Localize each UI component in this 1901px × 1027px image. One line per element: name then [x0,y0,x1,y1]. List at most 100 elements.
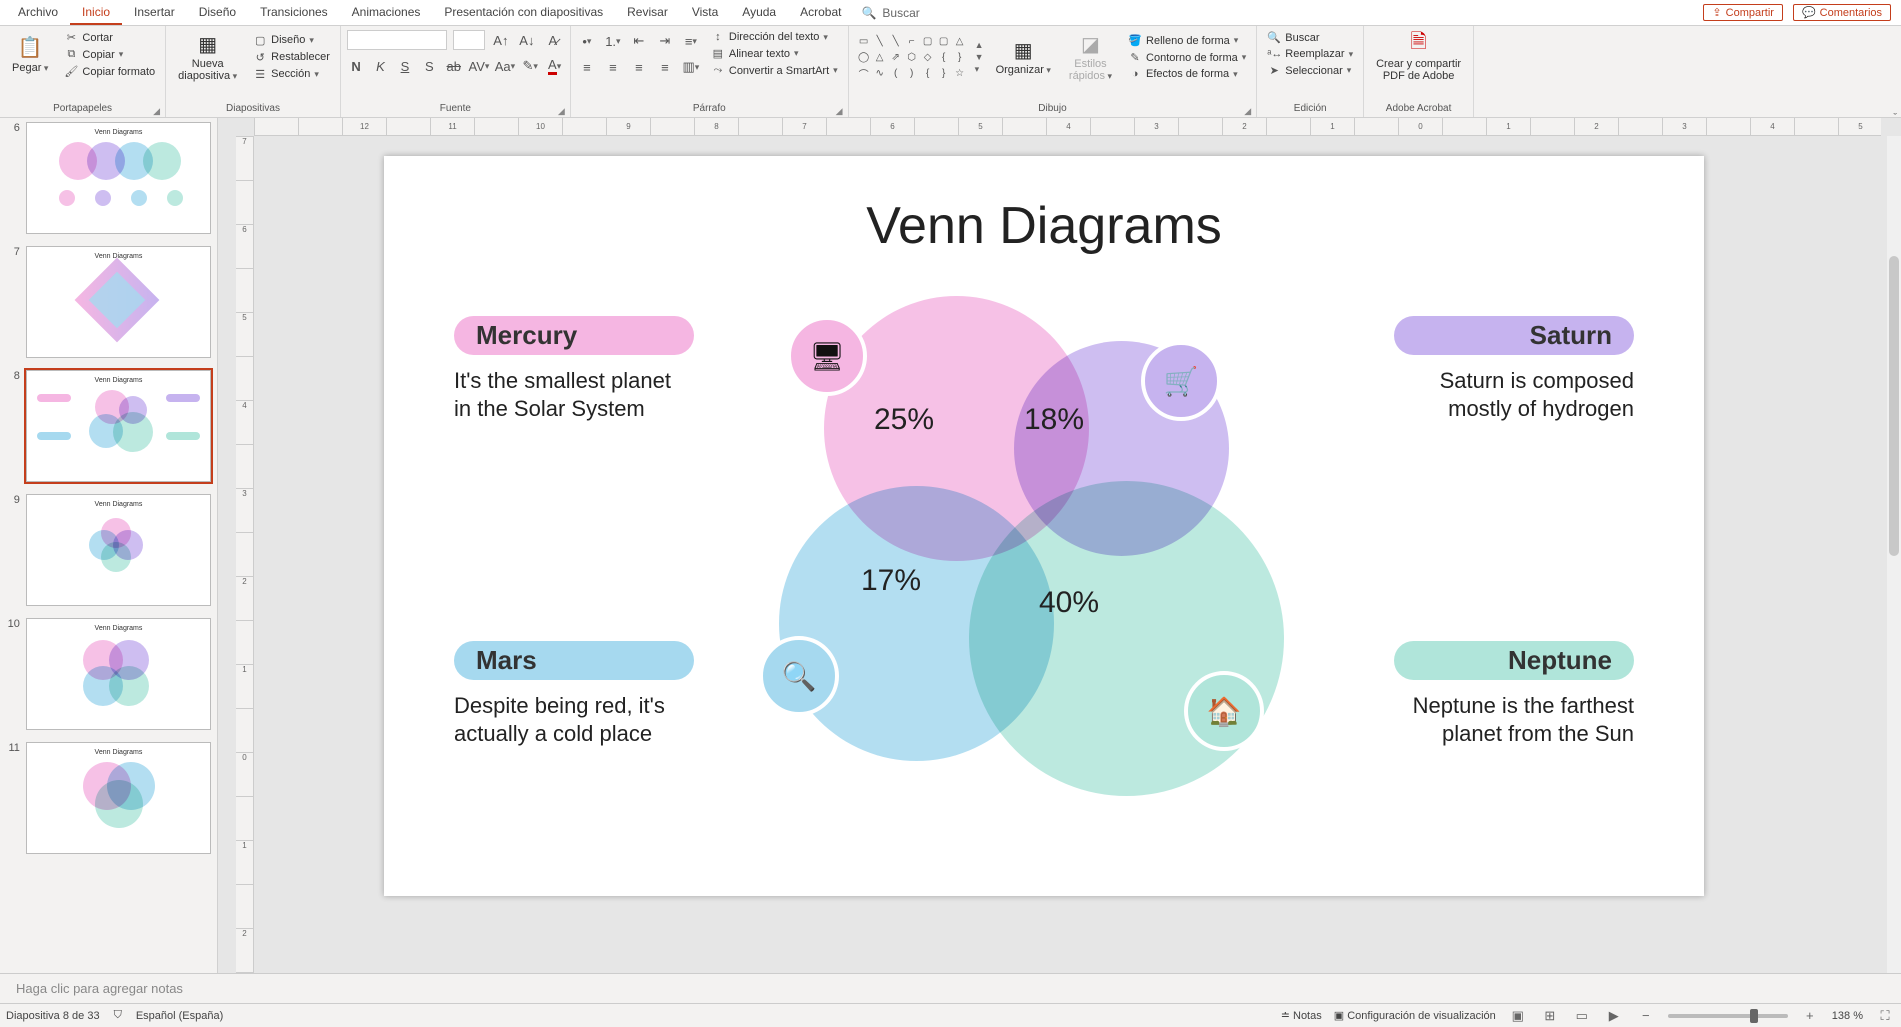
icon-bubble-mars[interactable]: 🔍 [759,636,839,716]
align-text-button[interactable]: ▤Alinear texto [707,46,842,61]
zoom-percent[interactable]: 138 % [1832,1010,1863,1022]
desc-saturn[interactable]: Saturn is composed mostly of hydrogen [1394,367,1634,422]
accessibility-icon[interactable]: ⛉ [114,1009,122,1022]
tell-me-search[interactable]: 🔍 Buscar [853,0,927,25]
section-button[interactable]: ☰Sección [249,67,334,82]
align-center-button[interactable]: ≡ [603,57,623,77]
decrease-font-icon[interactable]: A↓ [517,30,537,50]
slide-counter[interactable]: Diapositiva 8 de 33 [6,1010,100,1022]
tab-revisar[interactable]: Revisar [615,0,680,25]
shape-outline-button[interactable]: ✎Contorno de forma [1124,50,1250,65]
bold-button[interactable]: N [347,56,365,76]
find-button[interactable]: 🔍Buscar [1263,30,1357,45]
tab-diseno[interactable]: Diseño [187,0,248,25]
italic-button[interactable]: K [371,56,389,76]
slide-thumbnails-panel[interactable]: 6 Venn Diagrams 7 Venn Diagrams [0,118,218,973]
char-spacing-button[interactable]: AV [469,56,489,76]
tab-archivo[interactable]: Archivo [6,0,70,25]
sorter-view-button[interactable]: ⊞ [1540,1007,1560,1025]
align-left-button[interactable]: ≡ [577,57,597,77]
desc-mercury[interactable]: It's the smallest planet in the Solar Sy… [454,367,694,422]
arrange-button[interactable]: ▦ Organizar [990,36,1057,78]
comments-button[interactable]: 💬 Comentarios [1793,4,1891,21]
zoom-slider[interactable] [1668,1014,1788,1018]
display-settings[interactable]: ▣ Configuración de visualización [1334,1009,1496,1022]
shapes-gallery[interactable]: ▭╲╲⌐▢▢△ ◯△⇗⬡◇{} ⌒∿(){}☆ [855,32,969,82]
select-button[interactable]: ➤Seleccionar [1263,63,1357,78]
pct-mars[interactable]: 17% [861,564,921,598]
normal-view-button[interactable]: ▣ [1508,1007,1528,1025]
cut-button[interactable]: ✂Cortar [60,30,159,45]
fit-to-window-button[interactable]: ⛶ [1875,1007,1895,1025]
quick-styles-button[interactable]: ◪ Estilos rápidos [1063,30,1118,84]
slide-thumbnail-9[interactable]: Venn Diagrams [26,494,211,606]
gallery-more-icon[interactable]: ▾ [975,64,984,75]
slide-canvas[interactable]: Venn Diagrams Mercury It's the smallest … [254,136,1887,973]
tab-presentacion[interactable]: Presentación con diapositivas [432,0,615,25]
line-spacing-button[interactable]: ≡ [681,31,701,51]
strike-button[interactable]: ab [445,56,463,76]
shape-fill-button[interactable]: 🪣Relleno de forma [1124,33,1250,48]
underline-button[interactable]: S [396,56,414,76]
icon-bubble-mercury[interactable]: 🖥 [787,316,867,396]
smartart-button[interactable]: ⤳Convertir a SmartArt [707,63,842,78]
dialog-launcher-icon[interactable]: ◢ [153,106,163,116]
desc-mars[interactable]: Despite being red, it's actually a cold … [454,692,694,747]
tab-animaciones[interactable]: Animaciones [340,0,433,25]
tab-inicio[interactable]: Inicio [70,0,122,25]
dialog-launcher-icon[interactable]: ◢ [1244,106,1254,116]
pct-neptune[interactable]: 40% [1039,586,1099,620]
replace-button[interactable]: ᵃ↔Reemplazar [1263,47,1357,61]
pill-mars[interactable]: Mars [454,641,694,680]
tab-acrobat[interactable]: Acrobat [788,0,853,25]
slide[interactable]: Venn Diagrams Mercury It's the smallest … [384,156,1704,896]
increase-indent-button[interactable]: ⇥ [655,31,675,51]
adobe-pdf-button[interactable]: 🗎 Crear y compartir PDF de Adobe [1370,30,1467,84]
zoom-out-button[interactable]: − [1636,1007,1656,1025]
numbering-button[interactable]: 1. [603,31,623,51]
zoom-in-button[interactable]: + [1800,1007,1820,1025]
new-slide-button[interactable]: ▦ Nueva diapositiva [172,30,243,84]
pill-mercury[interactable]: Mercury [454,316,694,355]
tab-ayuda[interactable]: Ayuda [730,0,788,25]
desc-neptune[interactable]: Neptune is the farthest planet from the … [1394,692,1634,747]
text-direction-button[interactable]: ↕Dirección del texto [707,30,842,44]
align-right-button[interactable]: ≡ [629,57,649,77]
dialog-launcher-icon[interactable]: ◢ [836,106,846,116]
justify-button[interactable]: ≡ [655,57,675,77]
pill-saturn[interactable]: Saturn [1394,316,1634,355]
pct-mercury[interactable]: 25% [874,403,934,437]
clear-format-icon[interactable]: A̷ [543,30,563,50]
icon-bubble-neptune[interactable]: 🏠 [1184,671,1264,751]
slide-thumbnail-6[interactable]: Venn Diagrams [26,122,211,234]
bullets-button[interactable]: • [577,31,597,51]
slide-thumbnail-7[interactable]: Venn Diagrams [26,246,211,358]
slide-thumbnail-8[interactable]: Venn Diagrams [26,370,211,482]
gallery-down-icon[interactable]: ▼ [975,52,984,62]
highlight-button[interactable]: ✎ [521,56,539,76]
collapse-ribbon-icon[interactable]: ˬ [1893,103,1897,115]
language-status[interactable]: Español (España) [136,1010,223,1022]
vertical-scrollbar[interactable] [1887,136,1901,973]
dialog-launcher-icon[interactable]: ◢ [558,106,568,116]
increase-font-icon[interactable]: A↑ [491,30,511,50]
slide-thumbnail-11[interactable]: Venn Diagrams [26,742,211,854]
pct-saturn[interactable]: 18% [1024,403,1084,437]
shadow-button[interactable]: S [420,56,438,76]
columns-button[interactable]: ▥ [681,57,701,77]
slide-title[interactable]: Venn Diagrams [384,196,1704,256]
change-case-button[interactable]: Aa [495,56,515,76]
font-size-input[interactable] [453,30,485,50]
icon-bubble-saturn[interactable]: 🛒 [1141,341,1221,421]
font-name-input[interactable] [347,30,447,50]
shape-effects-button[interactable]: ◑Efectos de forma [1124,67,1250,81]
reading-view-button[interactable]: ▭ [1572,1007,1592,1025]
decrease-indent-button[interactable]: ⇤ [629,31,649,51]
paste-button[interactable]: 📋 Pegar [6,34,54,76]
tab-transiciones[interactable]: Transiciones [248,0,340,25]
reset-button[interactable]: ↺Restablecer [249,50,334,65]
pill-neptune[interactable]: Neptune [1394,641,1634,680]
share-button[interactable]: ⇪ Compartir [1703,4,1783,21]
format-painter-button[interactable]: 🖌Copiar formato [60,64,159,79]
tab-vista[interactable]: Vista [680,0,730,25]
